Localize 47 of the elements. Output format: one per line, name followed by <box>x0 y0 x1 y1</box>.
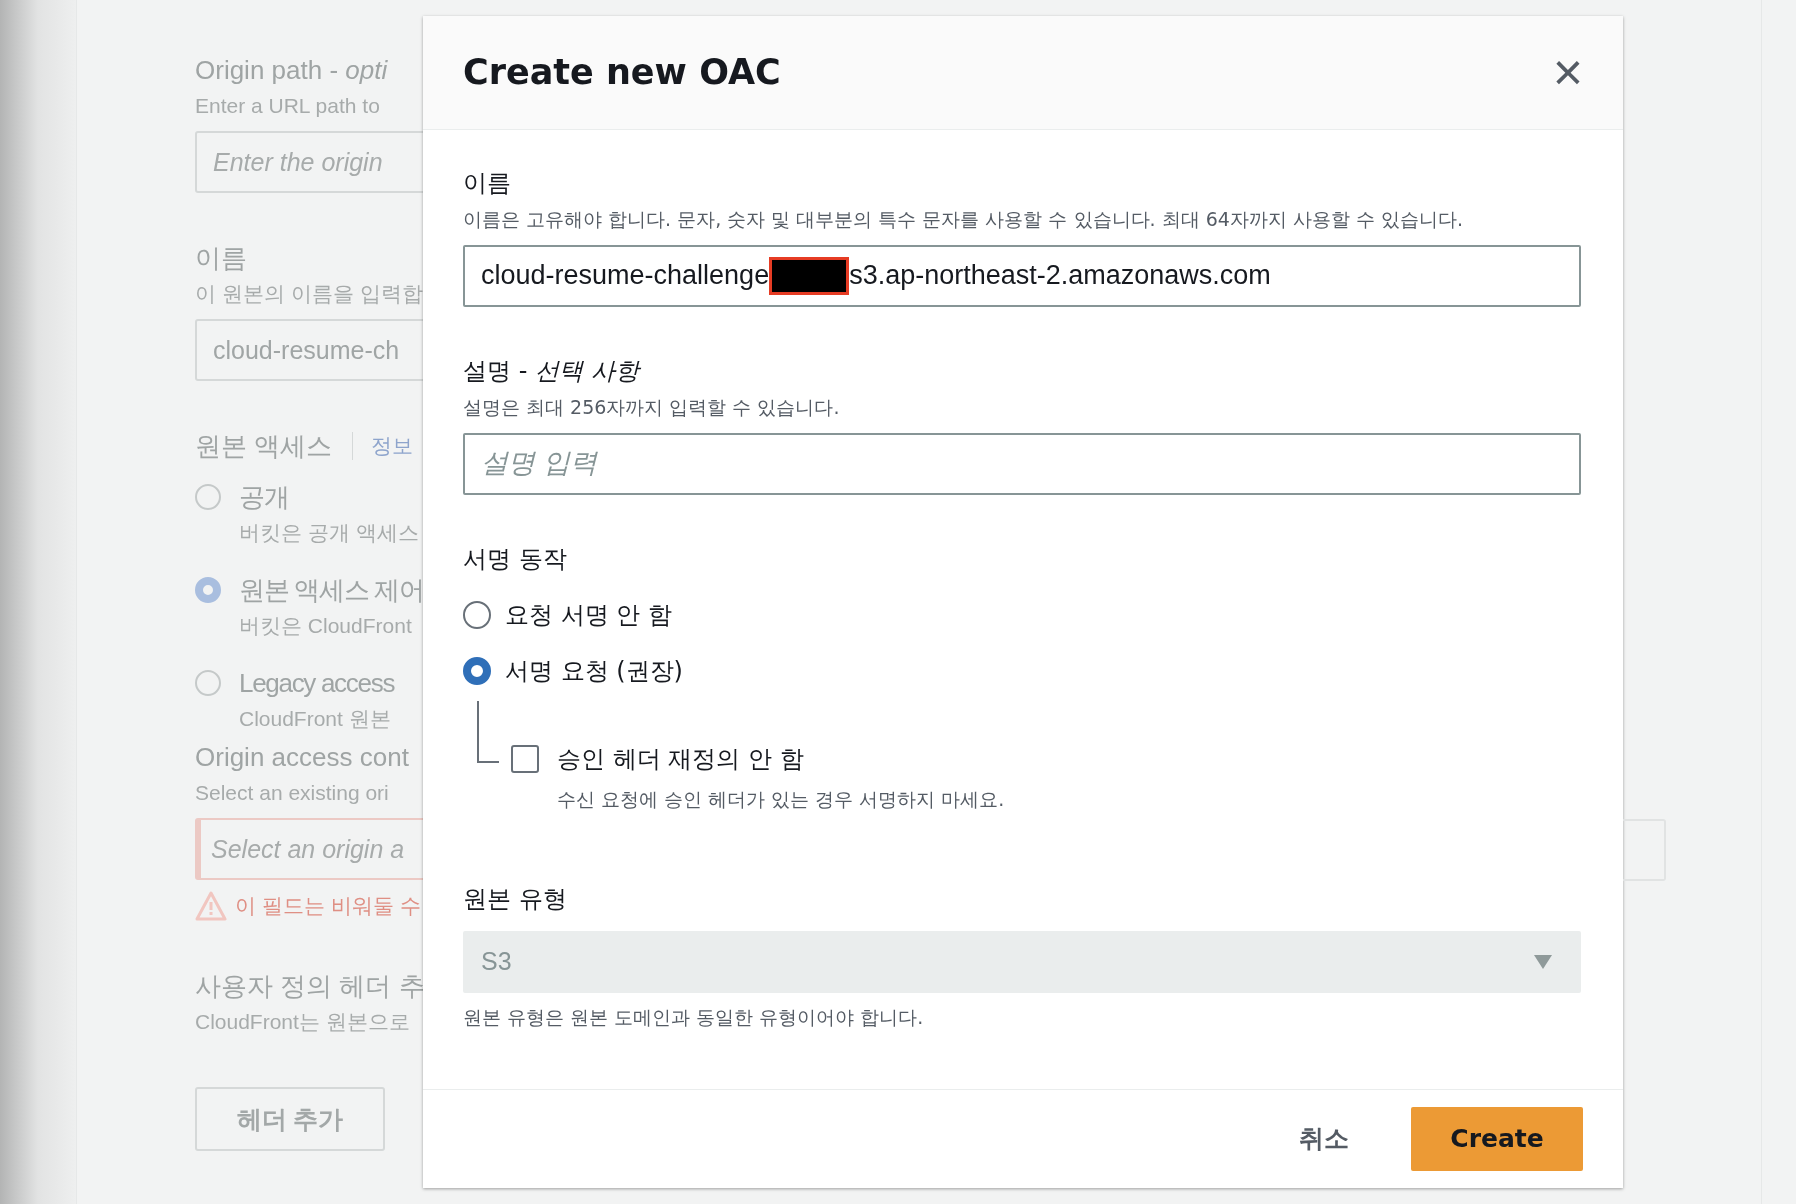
info-link[interactable]: 정보 <box>352 432 414 460</box>
option-description: 버킷은 CloudFront <box>239 613 413 639</box>
name-input[interactable]: cloud-resume-ch <box>195 319 423 381</box>
radio-button[interactable] <box>195 577 221 603</box>
field-label: 원본 액세스 <box>195 431 333 461</box>
field-description: 원본 유형은 원본 도메인과 동일한 유형이어야 합니다. <box>463 1004 925 1030</box>
name-input[interactable]: cloud-resume-challenge s3.ap-northeast-2.amazonaws.com <box>463 244 1581 307</box>
origin-access-select[interactable] <box>1623 819 1666 881</box>
cancel-button[interactable]: 취소 <box>1293 1121 1355 1157</box>
radio-button[interactable] <box>195 484 221 510</box>
field-label: 이름 <box>463 167 512 199</box>
dialog-title: Create new OAC <box>463 52 781 93</box>
field-description: Enter a URL path to <box>195 93 381 119</box>
error-message: 이 필드는 비워둘 수 <box>235 893 421 919</box>
close-button[interactable]: × <box>1548 46 1587 99</box>
option-label: 공개 <box>239 482 290 512</box>
option-description: 수신 요청에 승인 헤더가 있는 경우 서명하지 마세요. <box>557 786 1005 812</box>
field-label: 사용자 정의 헤더 추 <box>195 971 423 1001</box>
radio-button[interactable] <box>463 600 491 629</box>
option-label: 서명 요청 (권장) <box>505 655 683 687</box>
option-label: 요청 서명 안 함 <box>505 599 672 631</box>
option-label: 원본 액세스 제어 <box>239 575 423 605</box>
caret-icon <box>1533 953 1553 970</box>
field-label: Origin access cont <box>195 742 410 772</box>
field-description: 이 원본의 이름을 입력합 <box>195 281 423 307</box>
checkbox-label: 승인 헤더 재정의 안 함 <box>557 743 804 775</box>
field-label: 이름 <box>195 243 248 273</box>
create-button[interactable]: Create <box>1411 1106 1583 1171</box>
description-input[interactable]: 설명 입력 <box>463 432 1581 495</box>
field-label: 서명 동작 <box>463 543 568 575</box>
field-label: Origin path - opti <box>195 55 389 85</box>
field-label: 원본 유형 <box>463 883 568 915</box>
tree-line <box>477 700 499 763</box>
option-label: Legacy access <box>239 668 395 698</box>
origin-path-input[interactable]: Enter the origin <box>195 131 423 193</box>
field-description: Select an existing ori <box>195 780 390 806</box>
field-description: 설명은 최대 256자까지 입력할 수 있습니다. <box>463 394 841 420</box>
option-description: CloudFront 원본 <box>239 706 392 732</box>
checkbox[interactable] <box>511 744 539 773</box>
field-description: 이름은 고유해야 합니다. 문자, 숫자 및 대부분의 특수 문자를 사용할 수 있습니다. 최대 64자까지 사용할 수 있습니다. <box>463 206 1464 232</box>
warning-icon <box>195 891 227 921</box>
field-description: CloudFront는 원본으로 <box>195 1009 411 1035</box>
radio-button[interactable] <box>463 656 491 685</box>
add-header-button[interactable]: 헤더 추가 <box>195 1087 385 1151</box>
option-description: 버킷은 공개 액세스 <box>239 520 419 546</box>
field-label: 설명 - 선택 사항 <box>463 355 642 387</box>
radio-button[interactable] <box>195 670 221 696</box>
